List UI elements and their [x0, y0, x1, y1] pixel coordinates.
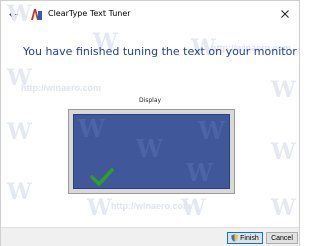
cancel-button[interactable]: Cancel: [266, 232, 298, 244]
close-button[interactable]: [273, 3, 297, 25]
checkmark-icon: [90, 168, 114, 186]
completion-heading: You have finished tuning the text on you…: [23, 45, 297, 58]
watermark-glyph: W: [7, 1, 32, 27]
finish-button[interactable]: Finish: [227, 232, 263, 244]
display-label: Display: [138, 97, 162, 104]
watermark-url: http://winaero.com: [21, 83, 102, 93]
watermark-glyph: W: [271, 195, 296, 221]
close-icon: [281, 10, 289, 18]
watermark-glyph: W: [7, 119, 32, 145]
monitor-screen: W W W W: [73, 114, 230, 189]
watermark-glyph: W: [78, 114, 105, 143]
title-bar: ClearType Text Tuner: [1, 1, 299, 28]
watermark-glyph: W: [87, 195, 112, 221]
watermark-glyph: W: [7, 179, 32, 205]
watermark-glyph: W: [198, 116, 225, 145]
monitor-preview: W W W W: [68, 109, 235, 194]
watermark-glyph: W: [271, 139, 296, 165]
cancel-label: Cancel: [271, 234, 293, 242]
cleartype-window: ClearType Text Tuner W W W W W W W W W W…: [0, 0, 300, 246]
watermark-glyph: W: [136, 134, 163, 163]
watermark-glyph: W: [186, 158, 213, 187]
uac-shield-icon: [231, 234, 238, 242]
finish-label: Finish: [240, 234, 259, 242]
watermark-url: http://winaero.com: [111, 201, 192, 211]
window-title: ClearType Text Tuner: [48, 9, 131, 18]
